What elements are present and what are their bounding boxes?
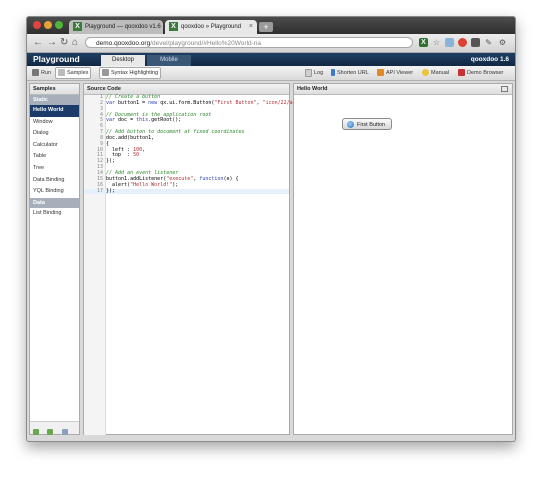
browser-tab-2[interactable]: Xqooxdoo » Playground × <box>165 20 257 34</box>
preview-pane: Hello World First Button <box>293 83 513 435</box>
demo-browser-icon <box>458 69 465 77</box>
line-number: 17 <box>96 187 103 194</box>
address-bar[interactable]: demo.qooxdoo.org/devel/playground/#Hello… <box>85 37 413 48</box>
samples-pane: Samples Static Hello World Window Dialog… <box>29 83 80 435</box>
code-text: }); <box>106 187 116 194</box>
mail-icon[interactable] <box>445 38 454 47</box>
tab-label: qooxdoo » Playground <box>181 24 242 30</box>
api-viewer-icon <box>377 69 384 77</box>
samples-group-static: Static <box>30 95 79 105</box>
save-sample-icon[interactable] <box>47 429 54 435</box>
syntax-icon <box>102 69 109 77</box>
syntax-highlighting-toggle-button[interactable]: Syntax Highlighting <box>99 67 162 79</box>
log-label: Log <box>314 70 324 76</box>
tab-label: Playground — qooxdoo v1.6 <box>85 24 161 30</box>
samples-header: Samples <box>30 84 79 95</box>
sample-item-hello-world[interactable]: Hello World <box>30 105 79 117</box>
qooxdoo-favicon-icon: X <box>169 21 178 31</box>
samples-footer-toolbar <box>30 421 79 435</box>
opera-icon[interactable] <box>458 38 467 47</box>
maximize-icon[interactable] <box>501 86 508 92</box>
shorten-url-label: Shorten URL <box>337 70 369 76</box>
version-label: qooxdoo 1.6 <box>470 56 509 63</box>
manual-button[interactable]: Manual <box>422 68 449 78</box>
app-header: Playground Desktop Mobile qooxdoo 1.6 <box>27 53 515 66</box>
manual-icon <box>422 69 429 77</box>
sample-item-data-binding[interactable]: Data Binding <box>30 175 79 187</box>
run-button[interactable]: Run <box>32 68 51 78</box>
code-text: alert("Hello World!"); <box>106 181 179 188</box>
tag-icon[interactable] <box>471 38 480 47</box>
samples-toggle-button[interactable]: Samples <box>55 67 92 79</box>
title-bar: X Playground — qooxdoo v1.6 Xqooxdoo » Pl… <box>27 17 515 34</box>
pen-icon[interactable]: ✎ <box>484 38 493 47</box>
home-icon[interactable]: ⌂ <box>72 37 78 49</box>
tab-mobile[interactable]: Mobile <box>147 55 191 66</box>
preview-title: Hello World <box>297 86 328 92</box>
samples-group-data: Data <box>30 197 79 208</box>
api-viewer-button[interactable]: API Viewer <box>377 68 413 78</box>
demo-browser-label: Demo Browser <box>467 70 504 76</box>
source-code-pane: Source Code 1// Create a button 2 var butt… <box>83 83 386 435</box>
log-button[interactable]: Log <box>305 68 323 78</box>
rename-sample-icon[interactable] <box>61 429 68 435</box>
browser-tab-1[interactable]: X Playground — qooxdoo v1.6 <box>69 20 163 34</box>
browser-globe-icon <box>347 121 354 129</box>
forward-arrow-icon[interactable]: → <box>47 37 57 49</box>
sample-item-window[interactable]: Window <box>30 117 79 129</box>
url-host: demo.qooxdoo.org <box>96 40 151 47</box>
close-window-icon[interactable] <box>33 21 41 29</box>
wrench-icon[interactable]: ⚙ <box>498 38 507 47</box>
preview-header: Hello World <box>294 84 512 95</box>
minimize-window-icon[interactable] <box>44 21 52 29</box>
zoom-window-icon[interactable] <box>55 21 63 29</box>
close-tab-icon[interactable]: × <box>249 20 253 34</box>
samples-label: Samples <box>67 70 89 76</box>
app-title: Playground <box>33 54 80 64</box>
sample-item-dialog[interactable]: Dialog <box>30 128 79 140</box>
syntax-label: Syntax Highlighting <box>111 70 159 76</box>
api-viewer-label: API Viewer <box>386 70 414 76</box>
shorten-url-icon <box>331 69 335 77</box>
first-button[interactable]: First Button <box>342 118 392 130</box>
tab-desktop[interactable]: Desktop <box>101 55 145 66</box>
code-editor[interactable]: 1// Create a button 2 var button1 = new qx… <box>84 94 386 195</box>
url-path: /devel/playground/#Hello%20World-ria <box>150 40 262 47</box>
qooxdoo-extension-icon[interactable]: X <box>419 38 428 47</box>
first-button-label: First Button <box>357 122 386 128</box>
samples-icon <box>58 69 65 77</box>
code-line[interactable]: 17}); <box>84 187 289 195</box>
code-text: doc.add(button1, <box>106 134 155 141</box>
navigation-bar: ← → ↻ ⌂ demo.qooxdoo.org/devel/playgroun… <box>27 34 515 53</box>
code-text: var doc = this.getRoot(); <box>106 117 182 124</box>
reload-icon[interactable]: ↻ <box>60 37 68 49</box>
back-arrow-icon[interactable]: ← <box>33 37 43 49</box>
code-text: }); <box>106 158 116 165</box>
run-label: Run <box>41 70 52 76</box>
sample-item-list-binding[interactable]: List Binding <box>30 208 79 220</box>
bookmark-star-icon[interactable]: ☆ <box>432 38 441 47</box>
shorten-url-button[interactable]: Shorten URL <box>331 68 369 78</box>
add-sample-icon[interactable] <box>33 429 39 435</box>
qooxdoo-favicon-icon: X <box>73 21 82 31</box>
log-icon <box>305 68 312 77</box>
sample-item-table[interactable]: Table <box>30 151 79 163</box>
main-toolbar: Run Samples Syntax Highlighting Log Shor… <box>27 66 515 81</box>
browser-window: X Playground — qooxdoo v1.6 Xqooxdoo » Pl… <box>26 16 516 442</box>
sample-item-calculator[interactable]: Calculator <box>30 140 79 152</box>
sample-item-tree[interactable]: Tree <box>30 163 79 175</box>
manual-label: Manual <box>431 70 450 76</box>
demo-browser-button[interactable]: Demo Browser <box>458 68 503 78</box>
new-tab-button[interactable]: + <box>259 22 273 32</box>
play-icon <box>32 69 39 77</box>
sample-item-yql-binding[interactable]: YQL Binding <box>30 186 79 198</box>
